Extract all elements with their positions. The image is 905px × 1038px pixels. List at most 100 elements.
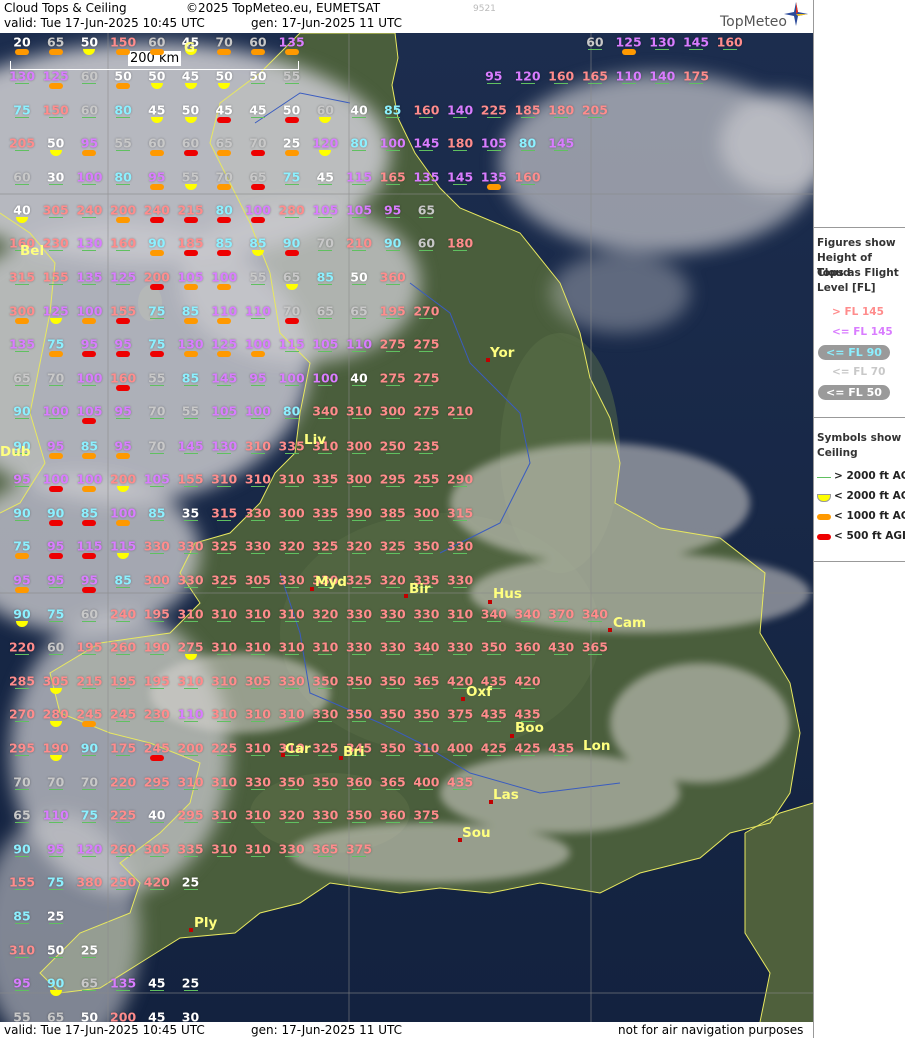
cloud-top-value: 250 [379,438,406,454]
ceiling-symbol [82,217,97,218]
ceiling-symbol [15,721,29,722]
city-label: Yor [490,345,515,361]
cloud-top-value: 45 [181,68,200,84]
ceiling-symbol [419,150,434,151]
cloud-top-value: 305 [42,202,69,218]
cloud-top-value: 310 [211,639,238,655]
ceiling-symbol [48,553,63,559]
cloud-top-value: 155 [177,471,204,487]
ceiling-symbol [385,184,400,185]
cloud-top-value: 190 [143,639,170,655]
footer: valid: Tue 17-Jun-2025 10:45 UTC gen: 17… [0,1022,813,1038]
ceiling-symbol [217,217,232,223]
ceiling-symbol [250,789,265,790]
ceiling-symbol [82,486,97,492]
ceiling-symbol [318,318,333,319]
cloud-top-value: 235 [413,438,440,454]
cloud-top-value: 350 [379,673,406,689]
cloud-top-value: 350 [312,673,339,689]
ceiling-symbol [217,49,232,55]
cloud-top-value: 365 [379,774,406,790]
cloud-top-value: 230 [42,235,69,251]
ceiling-symbol [520,654,535,655]
ceiling-symbol [352,184,366,185]
city-label: Car [285,741,311,757]
ceiling-symbol [116,621,131,622]
cloud-top-value: 330 [278,673,305,689]
ceiling-symbol [116,587,131,588]
ceiling-symbol [116,822,131,823]
cloud-top-value: 65 [417,202,436,218]
ceiling-symbol [284,184,299,185]
cloud-top-value: 70 [215,34,233,50]
cloud-top-value: 310 [177,606,204,622]
compass-star-icon [784,2,808,26]
cloud-top-value: 85 [215,235,233,251]
ceiling-symbol [385,587,400,588]
ceiling-symbol [385,453,400,454]
ceiling-symbol [419,318,434,319]
cloud-top-value: 100 [42,403,69,419]
ceiling-symbol [318,688,333,689]
cloud-top-value: 95 [80,572,99,588]
cloud-top-value: 90 [148,235,166,251]
cloud-top-value: 65 [316,303,334,319]
ceiling-symbol [116,789,131,790]
ceiling-symbol [149,587,164,588]
cloud-top-value: 350 [413,538,440,554]
ceiling-symbol [352,688,366,689]
cloud-top-value: 435 [548,740,575,756]
ceiling-symbol [48,822,63,823]
cloud-top-value: 135 [110,975,137,991]
ceiling-symbol [250,418,265,419]
ceiling-symbol [116,351,131,357]
legend-ceiling-symbol [817,514,831,520]
cloud-top-value: 340 [312,403,339,419]
cloud-top-value: 210 [447,403,474,419]
ceiling-symbol [486,83,501,84]
ceiling-symbol [183,385,198,386]
ceiling-symbol [284,621,299,622]
ceiling-symbol [15,385,29,386]
cloud-top-value: 330 [447,572,474,588]
cloud-top-value: 75 [13,538,31,554]
cloud-top-value: 310 [244,841,271,857]
cloud-top-value: 45 [148,1009,166,1023]
ceiling-symbol [419,520,434,521]
ceiling-symbol [318,217,333,218]
cloud-top-value: 320 [278,807,305,823]
ceiling-symbol [116,385,131,391]
cloud-top-value: 325 [345,572,373,588]
cloud-top-value: 360 [345,774,373,790]
cloud-top-value: 305 [143,841,170,857]
cloud-top-value: 100 [312,370,339,386]
ceiling-symbol [689,49,703,50]
cloud-top-value: 70 [46,370,65,386]
cloud-top-value: 40 [350,370,368,386]
ceiling-symbol [655,83,670,84]
satellite-map[interactable]: 200 km 20 65 50 150 60 45 70 60 135 60 125 130 145 16… [0,33,813,1022]
ceiling-symbol [520,621,535,622]
ceiling-symbol [352,318,366,319]
ceiling-symbol [284,654,299,655]
ceiling-symbol [419,721,434,722]
cloud-top-value: 325 [312,538,339,554]
cloud-top-value: 310 [211,841,238,857]
ceiling-symbol [318,385,333,386]
city-marker [510,734,514,738]
cloud-top-value: 340 [581,606,608,622]
ceiling-symbol [217,418,232,419]
cloud-top-value: 135 [76,269,103,285]
cloud-top-value: 90 [80,740,99,756]
ceiling-symbol [250,453,265,454]
legend-fl-item: <= FL 90 [818,345,890,360]
cloud-top-value: 175 [682,68,710,84]
ceiling-symbol [217,486,232,487]
cloud-top-value: 180 [447,135,474,151]
city-label: Las [493,787,519,803]
image-code: 9521 [473,4,496,14]
cloud-top-value: 310 [244,639,271,655]
cloud-top-value: 245 [110,706,137,722]
ceiling-symbol [149,453,164,454]
ceiling-symbol [82,83,97,84]
